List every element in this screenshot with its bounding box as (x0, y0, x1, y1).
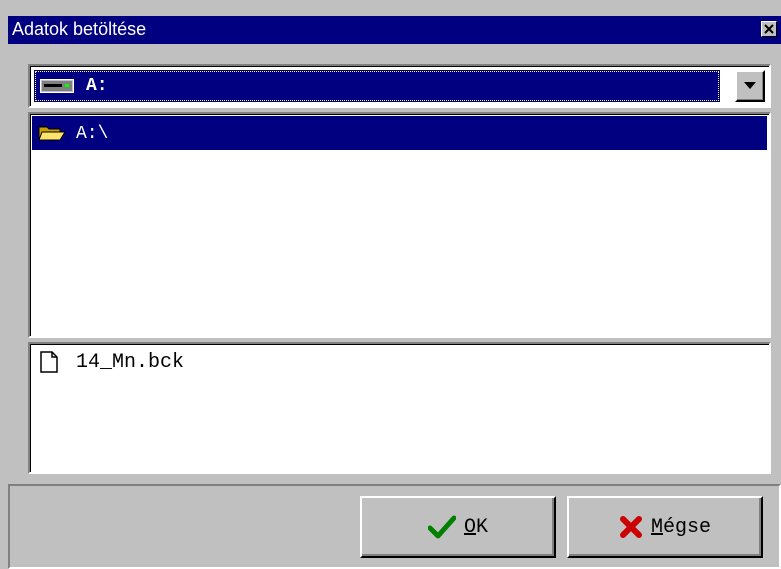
directory-list[interactable]: A:\ (28, 112, 771, 338)
window-title: Adatok betöltése (12, 19, 147, 39)
file-icon (40, 351, 58, 373)
checkmark-icon (427, 515, 456, 539)
cancel-button-label: Mégse (650, 515, 712, 539)
ok-button[interactable]: OK (360, 496, 556, 558)
button-panel: OK Mégse (8, 484, 781, 569)
close-icon (764, 24, 774, 34)
drive-select-value[interactable]: A: (34, 70, 720, 102)
drive-select[interactable]: A: (28, 64, 771, 108)
directory-item-label: A:\ (76, 124, 109, 144)
x-icon (619, 516, 642, 538)
close-button[interactable] (761, 21, 777, 37)
title-bar[interactable]: Adatok betöltése (8, 16, 781, 44)
load-data-dialog: Adatok betöltése A: A:\ 14_Mn.bck OK Még… (0, 0, 781, 569)
directory-item[interactable]: A:\ (32, 116, 767, 150)
drive-dropdown-button[interactable] (735, 70, 765, 102)
floppy-drive-icon (40, 79, 74, 93)
ok-button-label: OK (463, 515, 489, 539)
file-item-label: 14_Mn.bck (76, 351, 185, 374)
file-item[interactable]: 14_Mn.bck (34, 348, 434, 378)
cancel-button[interactable]: Mégse (567, 496, 763, 558)
chevron-down-icon (744, 82, 756, 89)
drive-label: A: (86, 76, 108, 96)
open-folder-icon (38, 126, 66, 141)
file-list[interactable]: 14_Mn.bck (28, 342, 771, 474)
